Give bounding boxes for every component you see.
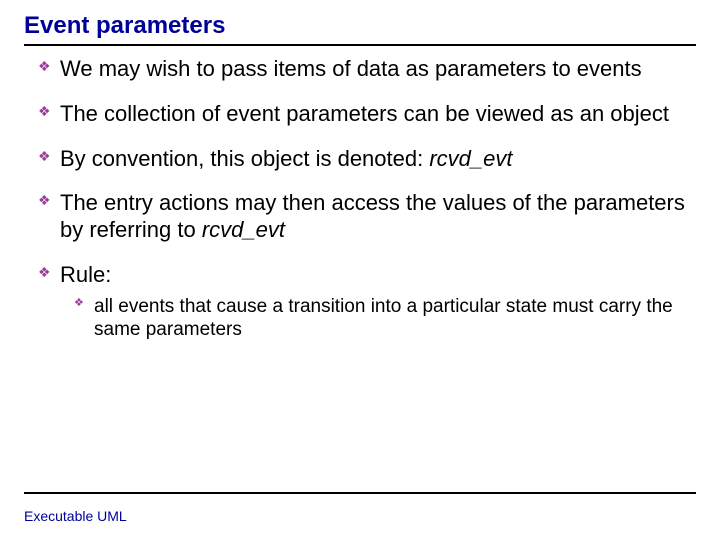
sub-bullet-text: all events that cause a transition into … <box>94 296 673 340</box>
bullet-text: The collection of event parameters can b… <box>60 101 669 126</box>
bullet-item: We may wish to pass items of data as par… <box>38 56 692 83</box>
bullet-emphasis: rcvd_evt <box>429 146 512 171</box>
sub-bullet-item: all events that cause a transition into … <box>74 295 692 341</box>
bullet-item: The entry actions may then access the va… <box>38 190 692 244</box>
footer-divider <box>24 492 696 494</box>
bullet-text: We may wish to pass items of data as par… <box>60 56 642 81</box>
bullet-item: Rule: all events that cause a transition… <box>38 262 692 341</box>
sub-bullet-list: all events that cause a transition into … <box>60 295 692 341</box>
bullet-text: The entry actions may then access the va… <box>60 190 685 242</box>
bullet-emphasis: rcvd_evt <box>202 217 285 242</box>
slide-title: Event parameters <box>24 12 696 40</box>
bullet-text: Rule: <box>60 262 111 287</box>
bullet-item: The collection of event parameters can b… <box>38 101 692 128</box>
bullet-item: By convention, this object is denoted: r… <box>38 146 692 173</box>
bullet-text: By convention, this object is denoted: <box>60 146 429 171</box>
bullet-list: We may wish to pass items of data as par… <box>24 56 696 341</box>
footer-text: Executable UML <box>24 508 127 524</box>
slide: Event parameters We may wish to pass ite… <box>0 0 720 540</box>
title-divider <box>24 44 696 46</box>
